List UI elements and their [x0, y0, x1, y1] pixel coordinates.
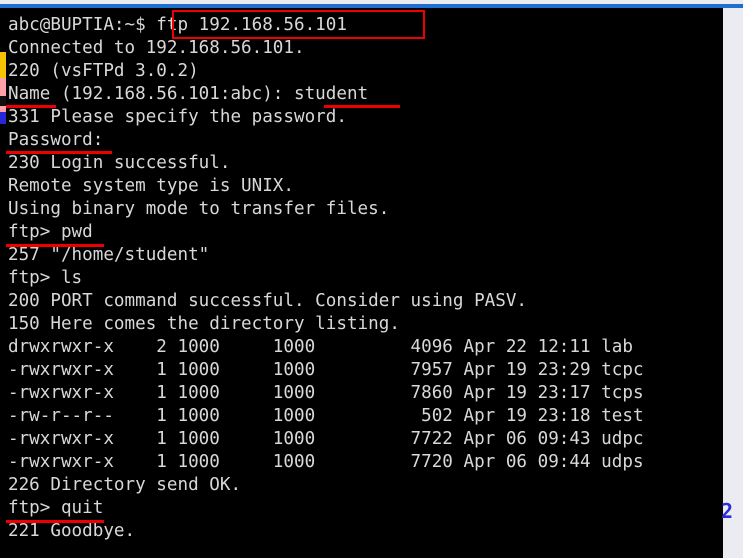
terminal-line: Connected to 192.168.56.101.: [8, 38, 305, 58]
terminal-line: 331 Please specify the password.: [8, 107, 347, 127]
terminal-window[interactable]: abc@BUPTIA:~$ ftp 192.168.56.101 Connect…: [0, 8, 723, 558]
terminal-line: ftp> ls: [8, 268, 83, 288]
terminal-line: Password:: [8, 130, 104, 150]
edge-artifact-pink: [0, 78, 6, 112]
top-blue-rule: [0, 4, 743, 8]
terminal-line: 200 PORT command successful. Consider us…: [8, 291, 528, 311]
terminal-line: 226 Directory send OK.: [8, 475, 242, 495]
terminal-line: Name (192.168.56.101:abc): student: [8, 84, 369, 104]
listing-row: -rwxrwxr-x 1 1000 1000 7860 Apr 19 23:17…: [8, 383, 644, 403]
terminal-line: ftp> pwd: [8, 222, 93, 242]
terminal-line: 150 Here comes the directory listing.: [8, 314, 400, 334]
terminal-line: Remote system type is UNIX.: [8, 176, 294, 196]
terminal-line: 221 Goodbye.: [8, 521, 136, 541]
edge-artifact-yellow: [0, 52, 6, 78]
listing-row: -rwxrwxr-x 1 1000 1000 7957 Apr 19 23:29…: [8, 360, 644, 380]
terminal-line: 220 (vsFTPd 3.0.2): [8, 61, 199, 81]
terminal-output: abc@BUPTIA:~$ ftp 192.168.56.101 Connect…: [8, 14, 723, 543]
edge-artifact-dark: [0, 96, 6, 106]
screenshot-root: abc@BUPTIA:~$ ftp 192.168.56.101 Connect…: [0, 0, 743, 558]
edge-artifact-blue: [0, 112, 6, 124]
listing-row: -rwxrwxr-x 1 1000 1000 7720 Apr 06 09:44…: [8, 452, 644, 472]
listing-row: -rw-r--r-- 1 1000 1000 502 Apr 19 23:18 …: [8, 406, 644, 426]
terminal-line: abc@BUPTIA:~$ ftp 192.168.56.101: [8, 15, 347, 35]
terminal-line: 230 Login successful.: [8, 153, 231, 173]
listing-row: drwxrwxr-x 2 1000 1000 4096 Apr 22 12:11…: [8, 337, 633, 357]
terminal-line: ftp> quit: [8, 498, 104, 518]
terminal-line: 257 "/home/student": [8, 245, 210, 265]
listing-row: -rwxrwxr-x 1 1000 1000 7722 Apr 06 09:43…: [8, 429, 644, 449]
terminal-line: Using binary mode to transfer files.: [8, 199, 390, 219]
clipped-blue-glyph: 2: [721, 499, 734, 523]
